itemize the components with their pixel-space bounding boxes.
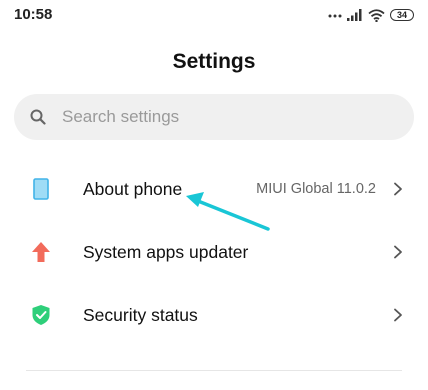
search-input[interactable] xyxy=(60,106,384,128)
search-bar[interactable] xyxy=(14,94,414,140)
chevron-right-icon xyxy=(394,308,402,322)
system-apps-updater-label: System apps updater xyxy=(83,241,249,262)
security-status-label: Security status xyxy=(83,304,198,325)
battery-icon: 34 xyxy=(390,9,414,21)
status-icons: 34 xyxy=(328,7,414,23)
about-phone-label: About phone xyxy=(83,178,183,199)
wifi-icon xyxy=(368,8,385,22)
about-phone-version: MIUI Global 11.0.2 xyxy=(256,181,376,197)
status-bar: 10:58 34 xyxy=(0,0,428,34)
shield-check-icon xyxy=(30,304,52,326)
phone-icon xyxy=(30,178,52,200)
section-divider xyxy=(26,370,402,371)
chevron-right-icon xyxy=(394,182,402,196)
signal-dots-icon xyxy=(328,14,342,18)
settings-item-security-status[interactable]: Security status xyxy=(0,287,428,343)
settings-item-about-phone[interactable]: About phone MIUI Global 11.0.2 xyxy=(0,161,428,217)
page-title: Settings xyxy=(172,50,256,73)
status-time: 10:58 xyxy=(14,6,53,23)
search-icon xyxy=(30,109,46,125)
settings-item-system-apps-updater[interactable]: System apps updater xyxy=(0,224,428,280)
cellular-signal-icon xyxy=(347,9,362,21)
up-arrow-icon xyxy=(30,241,52,263)
chevron-right-icon xyxy=(394,245,402,259)
battery-level: 34 xyxy=(396,9,407,20)
